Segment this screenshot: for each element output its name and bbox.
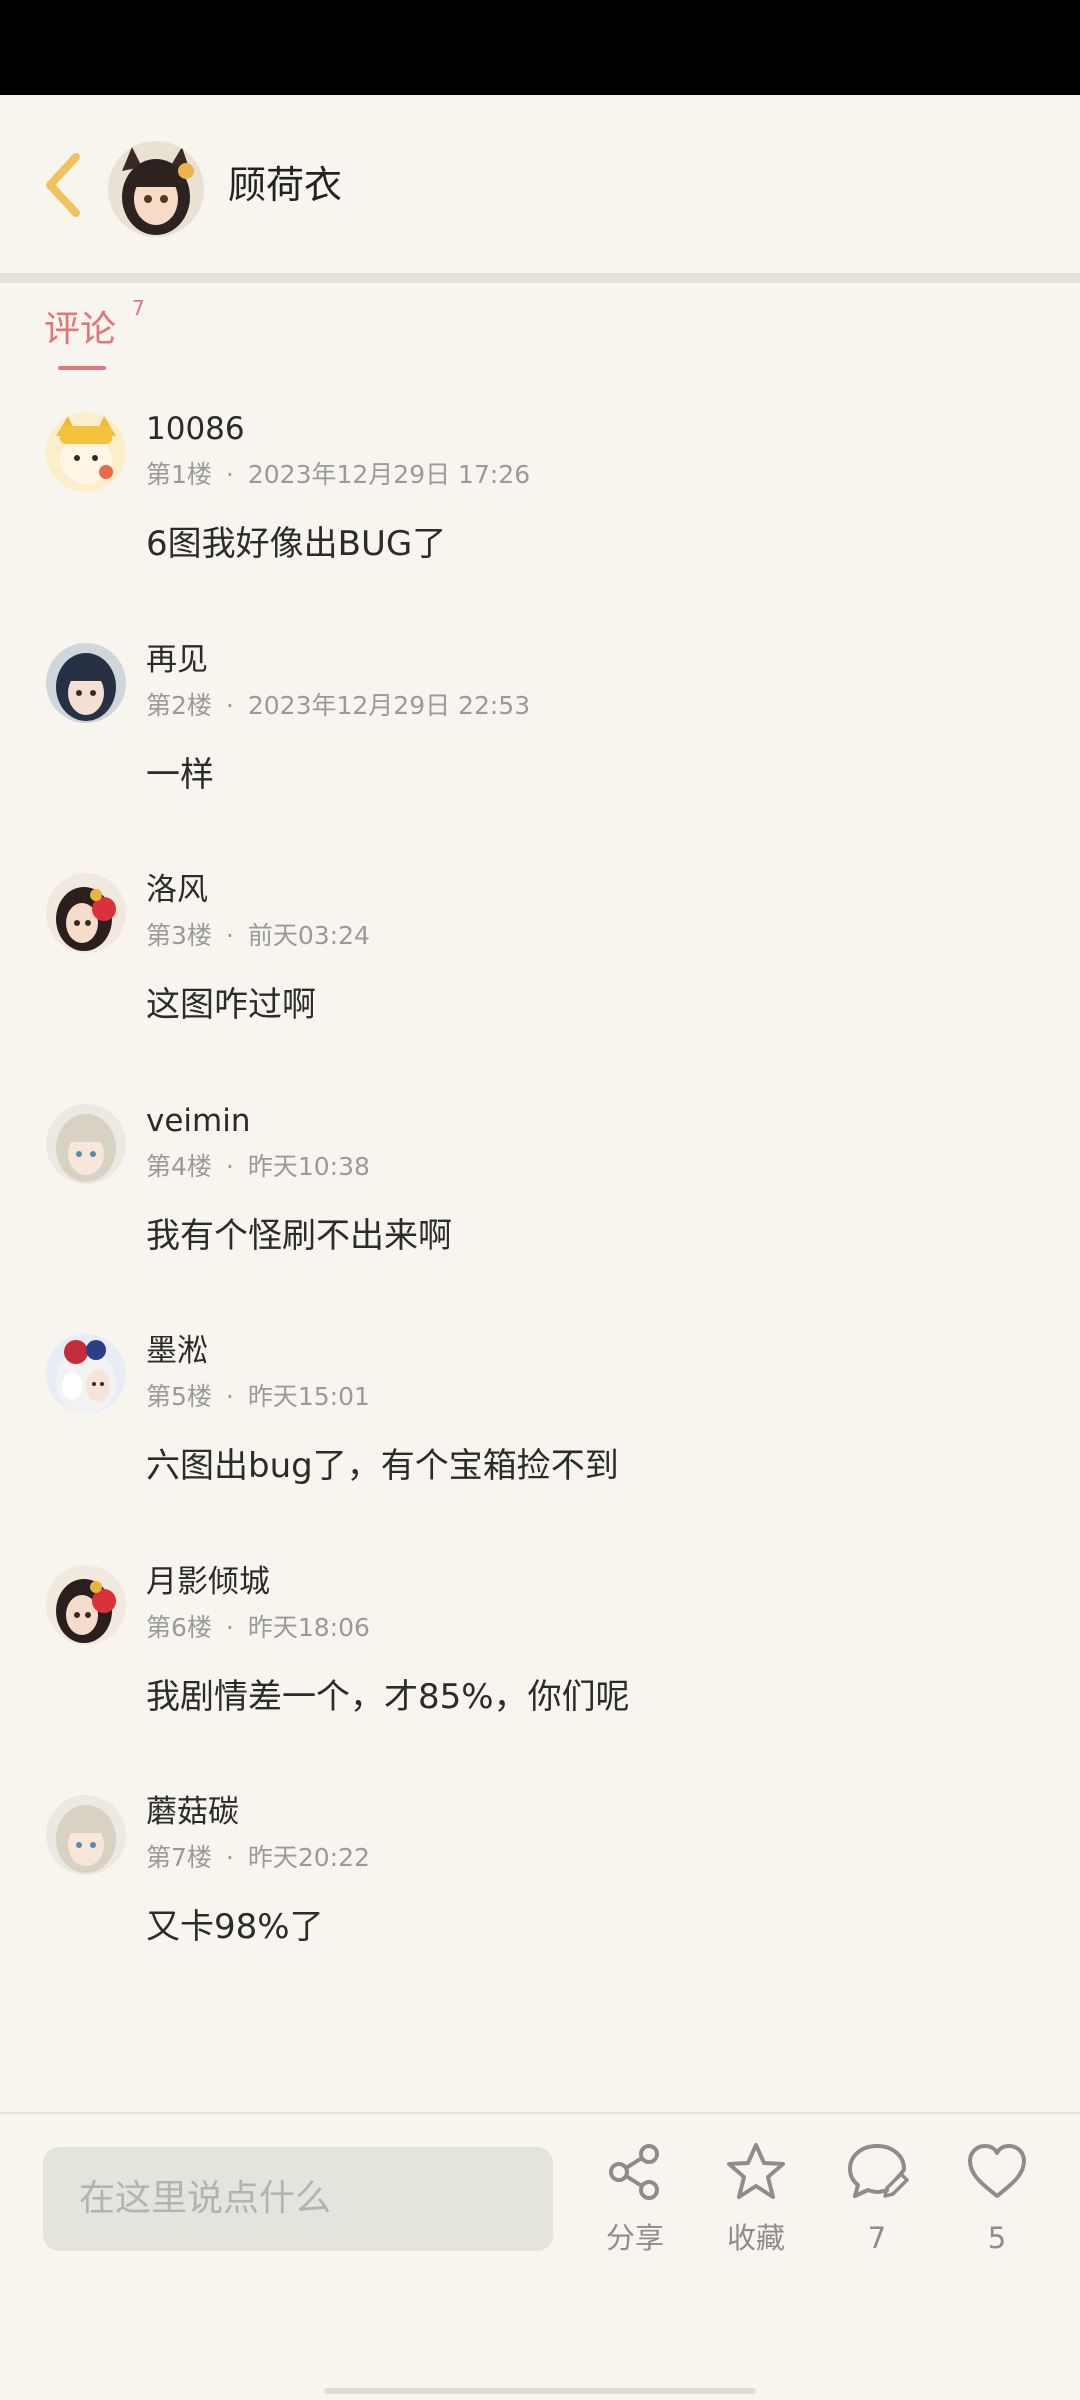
comment-floor: 第4楼: [146, 1152, 212, 1181]
comment-text: 这图咋过啊: [146, 985, 316, 1025]
separator-dot: ·: [225, 460, 234, 489]
like-button[interactable]: 5: [947, 2140, 1047, 2270]
comment-item[interactable]: 再见 第2楼 · 2023年12月29日 22:53 一样: [0, 642, 1080, 853]
comment-time: 前天03:24: [247, 921, 370, 950]
back-button[interactable]: [38, 147, 90, 223]
like-count: 5: [987, 2221, 1007, 2255]
comment-item[interactable]: veimin 第4楼 · 昨天10:38 我有个怪刷不出来啊: [0, 1103, 1080, 1314]
comment-time: 昨天10:38: [247, 1152, 370, 1181]
comment-button[interactable]: 7: [827, 2140, 927, 2270]
comment-item[interactable]: 蘑菇碳 第7楼 · 昨天20:22 又卡98%了: [0, 1794, 1080, 2005]
favorite-button[interactable]: 收藏: [706, 2140, 806, 2270]
comment-author[interactable]: veimin: [146, 1100, 251, 1142]
home-indicator[interactable]: [324, 2388, 756, 2394]
divider: [0, 273, 1080, 283]
comment-floor: 第3楼: [146, 921, 212, 950]
heart-icon: [968, 2144, 1026, 2198]
chevron-left-icon: [46, 153, 80, 217]
comment-floor: 第6楼: [146, 1613, 212, 1642]
comment-text: 又卡98%了: [146, 1907, 324, 1947]
top-bar: 顾荷衣: [0, 95, 1080, 275]
comment-text: 6图我好像出BUG了: [146, 524, 447, 564]
share-icon: [609, 2144, 659, 2200]
comment-floor: 第1楼: [146, 460, 212, 489]
author-avatar[interactable]: [108, 141, 204, 237]
user-avatar[interactable]: [46, 1104, 126, 1184]
comment-time: 昨天20:22: [247, 1843, 370, 1872]
comment-item[interactable]: 月影倾城 第6楼 · 昨天18:06 我剧情差一个，才85%，你们呢: [0, 1564, 1080, 1775]
tab-label: 评论: [44, 309, 117, 350]
comment-meta: 第2楼 · 2023年12月29日 22:53: [146, 689, 530, 723]
comment-floor: 第2楼: [146, 691, 212, 720]
user-avatar[interactable]: [46, 1565, 126, 1645]
comment-count-badge: 7: [132, 296, 145, 320]
comment-meta: 第4楼 · 昨天10:38: [146, 1150, 370, 1184]
separator-dot: ·: [225, 691, 234, 720]
comment-time: 2023年12月29日 17:26: [247, 460, 531, 489]
page-title: 顾荷衣: [228, 163, 343, 207]
user-avatar[interactable]: [46, 1795, 126, 1875]
separator-dot: ·: [225, 1843, 234, 1872]
comment-time: 昨天15:01: [247, 1382, 370, 1411]
share-label: 分享: [605, 2221, 664, 2255]
comment-item[interactable]: 墨淞 第5楼 · 昨天15:01 六图出bug了，有个宝箱捡不到: [0, 1333, 1080, 1544]
comment-meta: 第7楼 · 昨天20:22: [146, 1841, 370, 1875]
status-bar: [0, 0, 1080, 95]
comment-meta: 第5楼 · 昨天15:01: [146, 1380, 370, 1414]
star-icon: [727, 2143, 785, 2199]
comment-author[interactable]: 月影倾城: [146, 1561, 270, 1603]
favorite-label: 收藏: [726, 2221, 785, 2255]
separator-dot: ·: [225, 1613, 234, 1642]
comment-meta: 第6楼 · 昨天18:06: [146, 1611, 370, 1645]
comment-floor: 第7楼: [146, 1843, 212, 1872]
comment-text: 一样: [146, 755, 214, 795]
separator-dot: ·: [225, 921, 234, 950]
share-button[interactable]: 分享: [585, 2140, 685, 2270]
comment-text: 我有个怪刷不出来啊: [146, 1216, 452, 1256]
user-avatar[interactable]: [46, 1334, 126, 1414]
comment-author[interactable]: 10086: [146, 408, 245, 450]
comment-input[interactable]: 在这里说点什么: [43, 2147, 553, 2251]
comment-author[interactable]: 再见: [146, 639, 208, 681]
tab-underline: [58, 366, 106, 370]
comment-time: 昨天18:06: [247, 1613, 370, 1642]
comment-item[interactable]: 10086 第1楼 · 2023年12月29日 17:26 6图我好像出BUG了: [0, 411, 1080, 622]
comment-floor: 第5楼: [146, 1382, 212, 1411]
user-avatar[interactable]: [46, 643, 126, 723]
separator-dot: ·: [225, 1382, 234, 1411]
comment-meta: 第3楼 · 前天03:24: [146, 919, 370, 953]
comment-author[interactable]: 墨淞: [146, 1330, 208, 1372]
user-avatar[interactable]: [46, 412, 126, 492]
comment-author[interactable]: 洛风: [146, 869, 208, 911]
comment-edit-icon: [848, 2144, 909, 2198]
user-avatar[interactable]: [46, 873, 126, 953]
comment-author[interactable]: 蘑菇碳: [146, 1791, 239, 1833]
bottom-bar-divider: [0, 2112, 1080, 2114]
tab-comments[interactable]: 评论 7: [44, 296, 145, 370]
comment-item[interactable]: 洛风 第3楼 · 前天03:24 这图咋过啊: [0, 872, 1080, 1083]
comment-time: 2023年12月29日 22:53: [247, 691, 531, 720]
comment-meta: 第1楼 · 2023年12月29日 17:26: [146, 458, 530, 492]
comment-text: 我剧情差一个，才85%，你们呢: [146, 1677, 630, 1717]
comment-text: 六图出bug了，有个宝箱捡不到: [146, 1446, 619, 1486]
comment-count: 7: [867, 2221, 887, 2255]
separator-dot: ·: [225, 1152, 234, 1181]
input-placeholder: 在这里说点什么: [79, 2178, 332, 2219]
